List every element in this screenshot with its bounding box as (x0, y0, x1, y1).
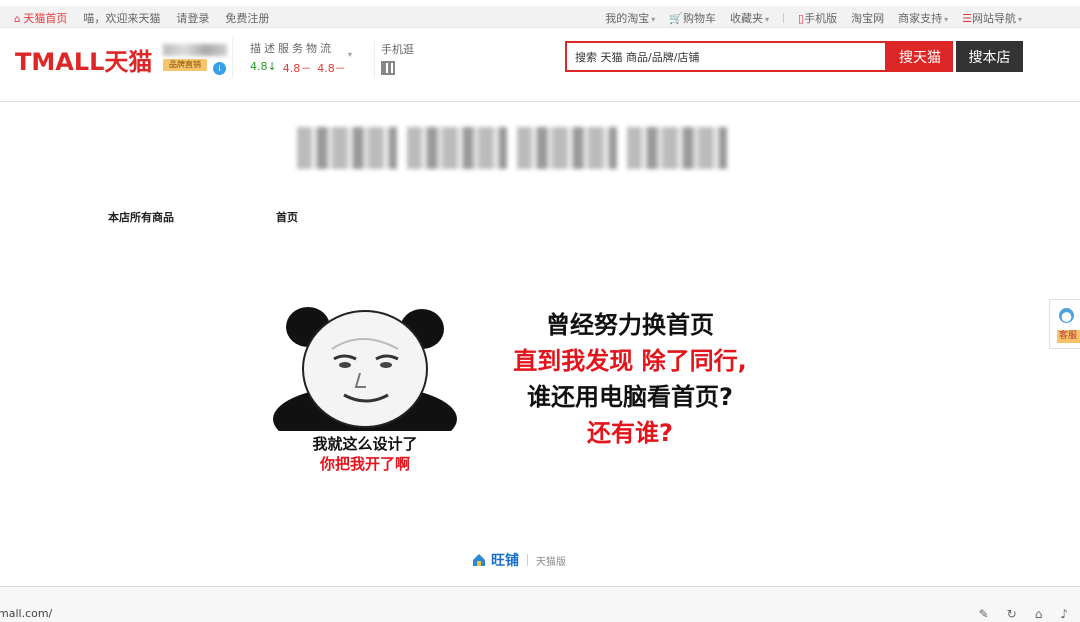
chevron-down-icon: ▾ (765, 15, 770, 24)
taobao-link[interactable]: 淘宝网 (851, 10, 884, 26)
shop-banner-blurred (297, 127, 727, 169)
cart-icon: 🛒 (669, 12, 684, 25)
chevron-down-icon: ▾ (1017, 15, 1022, 24)
rating-logistics: 4.8－ (317, 62, 346, 75)
wangpu-version: 天猫版 (536, 556, 566, 568)
merchant-support-menu[interactable]: 商家支持 ▾ (898, 10, 948, 26)
list-icon: ☰ (962, 12, 972, 25)
nav-all-items[interactable]: 本店所有商品 (108, 209, 174, 225)
shop-header: TMALL天猫 品牌直销 i 描述服务物流 4.8↓ 4.8－ 4.8－ ▾ 手… (0, 28, 1080, 102)
chevron-down-icon: ▾ (651, 15, 656, 24)
mobile-shop-label: 手机逛 (381, 43, 414, 56)
house-icon (473, 554, 485, 566)
service-avatar-icon (1059, 308, 1074, 323)
my-taobao-menu[interactable]: 我的淘宝 ▾ (605, 10, 655, 26)
register-link[interactable]: 免费注册 (225, 10, 269, 26)
qr-code-icon (381, 61, 395, 75)
divider (527, 554, 528, 566)
customer-service-float[interactable]: 客服 (1049, 299, 1080, 349)
refresh-icon[interactable]: ↻ (1007, 607, 1017, 621)
wangwang-icon[interactable]: i (213, 62, 226, 75)
shop-info[interactable]: 品牌直销 i (153, 38, 233, 78)
browser-status-bar: mall.com/ ✎ ↻ ⌂ ♪ (0, 586, 1080, 622)
status-url: mall.com/ (0, 607, 53, 620)
pin-icon[interactable]: ✎ (979, 607, 989, 621)
search-box (565, 41, 887, 72)
welcome-text: 喵，欢迎来天猫 (83, 12, 161, 25)
meme-banner: 我就这么设计了 你把我开了啊 曾经努力换首页 直到我发现 除了同行, 谁还用电脑… (270, 297, 810, 487)
shop-name-blurred (163, 44, 227, 56)
tmall-logo[interactable]: TMALL天猫 (15, 42, 152, 77)
mobile-version-link[interactable]: ▯手机版 (798, 10, 837, 26)
shop-ratings: 描述服务物流 4.8↓ 4.8－ 4.8－ (250, 40, 346, 76)
service-label: 客服 (1057, 330, 1080, 343)
meme-line-2: 直到我发现 除了同行, (513, 347, 747, 375)
rating-description: 4.8↓ (250, 60, 277, 73)
search-shop-button[interactable]: 搜本店 (956, 41, 1023, 72)
site-top-nav: ⌂ 天猫首页 喵，欢迎来天猫 请登录 免费注册 我的淘宝 ▾ 🛒购物车 收藏夹 ▾ ▯… (0, 6, 1080, 28)
home-icon: ⌂ (14, 14, 21, 25)
meme-line-4: 还有谁? (587, 419, 673, 447)
meme-caption: 我就这么设计了 你把我开了啊 (270, 434, 460, 474)
search-tmall-button[interactable]: 搜天猫 (887, 41, 953, 72)
chevron-down-icon: ▾ (944, 15, 949, 24)
divider (783, 13, 785, 23)
meme-line-1: 曾经努力换首页 (546, 311, 714, 339)
chevron-down-icon[interactable]: ▾ (348, 50, 352, 59)
tmall-home-link[interactable]: ⌂ 天猫首页 (14, 10, 67, 26)
rating-labels: 描述服务物流 (250, 42, 334, 55)
rating-service: 4.8－ (282, 62, 312, 75)
trash-icon[interactable]: ⌂ (1035, 607, 1043, 621)
caption-line-2: 你把我开了啊 (319, 455, 410, 473)
wangpu-footer[interactable]: 旺铺 天猫版 (472, 550, 566, 570)
search-input[interactable] (567, 43, 885, 70)
cart-link[interactable]: 🛒购物车 (669, 10, 716, 26)
wangpu-brand: 旺铺 (491, 553, 519, 569)
panda-meme-image (273, 307, 457, 431)
shop-nav: 本店所有商品 首页 (108, 209, 298, 225)
brand-badge: 品牌直销 (163, 59, 207, 71)
nav-home[interactable]: 首页 (276, 209, 298, 225)
meme-line-3: 谁还用电脑看首页? (527, 383, 733, 411)
login-link[interactable]: 请登录 (176, 10, 209, 26)
caption-line-1: 我就这么设计了 (312, 435, 418, 453)
favorites-menu[interactable]: 收藏夹 ▾ (730, 10, 769, 26)
speaker-icon[interactable]: ♪ (1060, 607, 1068, 621)
site-nav-menu[interactable]: ☰网站导航 ▾ (962, 10, 1022, 26)
mobile-shop[interactable]: 手机逛 (374, 41, 414, 78)
meme-text: 曾经努力换首页 直到我发现 除了同行, 谁还用电脑看首页? 还有谁? (480, 307, 780, 451)
